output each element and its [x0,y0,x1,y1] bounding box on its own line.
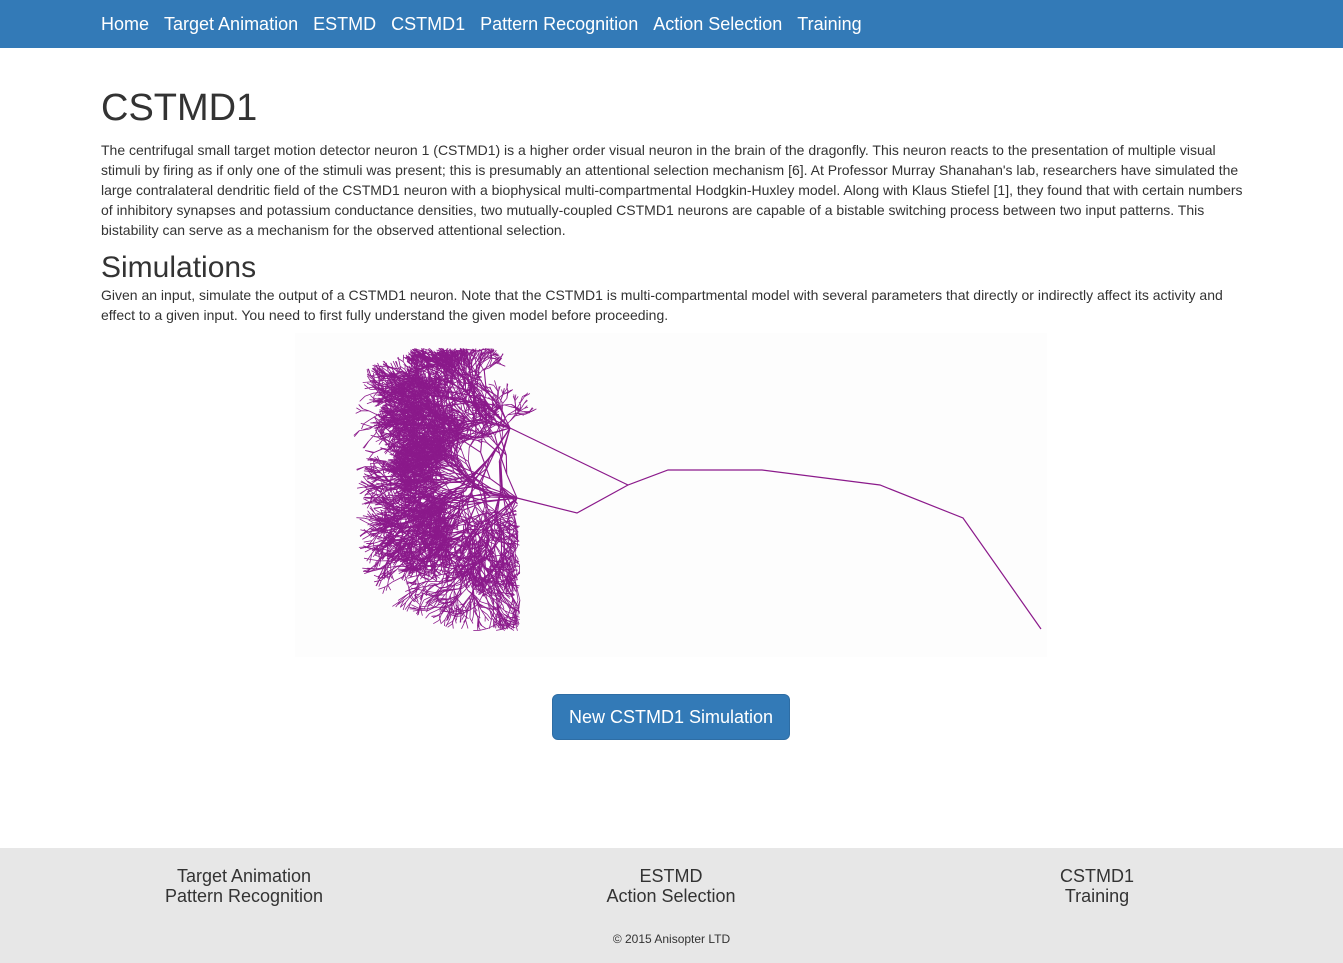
intro-paragraph: The centrifugal small target motion dete… [101,142,1243,238]
dendrite-segment [461,619,466,629]
dendrite-segment [439,568,442,574]
dendrite-segment [480,601,489,605]
dendrite-segment [362,534,371,540]
nav-item-action-selection[interactable]: Action Selection [653,1,782,47]
page-title: CSTMD1 [101,87,258,129]
dendrite-segment [378,580,382,587]
simulations-heading: Simulations [101,251,257,284]
nav-item-cstmd1[interactable]: CSTMD1 [391,1,465,47]
nav-item-target-animation[interactable]: Target Animation [164,1,298,47]
nav-item-home[interactable]: Home [101,1,149,47]
dendrite-segment [465,619,469,629]
nav-item-estmd[interactable]: ESTMD [313,1,376,47]
dendrite-segment [461,615,465,620]
dendrite-segment [384,581,394,588]
neuron-drawing [353,347,1042,632]
dendrite-segment [484,615,490,622]
top-navbar: Home Target Animation ESTMD CSTMD1 Patte… [0,0,1343,48]
dendrite-segment [487,614,492,620]
main-content: CSTMD1 The centrifugal small target moti… [101,48,1243,325]
dendrite-segment [502,604,505,610]
dendrite-segment [467,447,470,462]
dendrite-segment [366,400,374,405]
dendrite-segment [363,557,371,560]
dendrite-segment [512,540,520,543]
nav-item-training[interactable]: Training [797,1,861,47]
dendrite-segment [454,615,462,617]
dendrite-segment [478,613,481,621]
dendrite-segment [481,609,488,615]
dendrite-segment [453,604,456,611]
dendrite-segment [387,576,390,585]
nav-list: Home Target Animation ESTMD CSTMD1 Patte… [101,0,877,48]
dendrite-segment [387,584,392,591]
dendrite-segment [473,602,475,610]
dendritic-field [353,347,537,632]
neuron-morphology-image [295,333,1047,657]
nav-item-pattern-recognition[interactable]: Pattern Recognition [480,1,638,47]
dendrite-segment [471,616,474,621]
simulations-description: Given an input, simulate the output of a… [101,287,1223,323]
dendrite-segment [374,579,382,583]
